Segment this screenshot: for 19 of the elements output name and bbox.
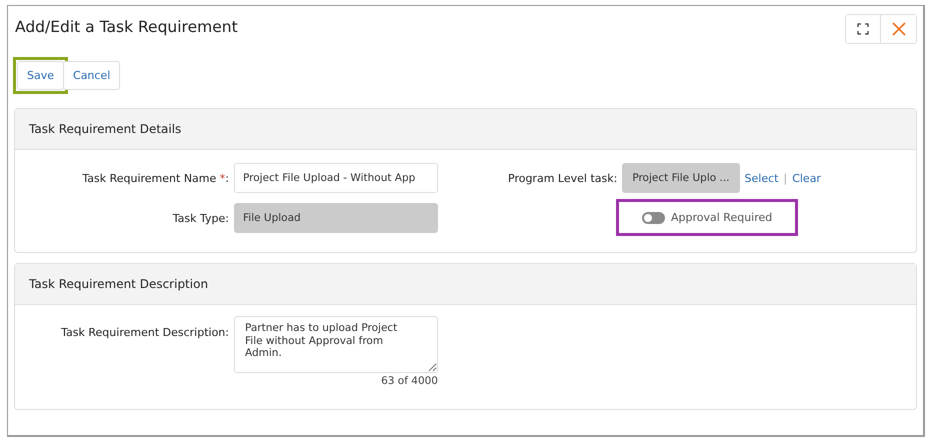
window-title: Add/Edit a Task Requirement [15,18,238,36]
description-field[interactable]: Partner has to upload Project File without Approval from Admin. [234,316,438,373]
section-title: Task Requirement Description [29,277,208,291]
field-label: Task Type: [172,212,229,224]
approval-toggle[interactable] [642,212,665,224]
toggle-label: Approval Required [671,211,772,224]
program-task-field[interactable]: Project File Uplo ... [622,163,740,193]
section-title: Task Requirement Details [29,122,182,136]
clear-link[interactable]: Clear [792,172,821,184]
select-link[interactable]: Select [744,172,778,184]
maximize-icon [857,23,869,35]
link-separator: | [783,172,788,184]
field-label: Task Requirement Description: [60,325,229,339]
cancel-button[interactable]: Cancel [63,61,120,90]
field-label: Program Level task: [508,172,618,184]
close-icon [892,22,906,36]
name-field[interactable]: Project File Upload - Without App [234,163,438,193]
character-counter: 63 of 4000 [381,375,438,387]
field-label: Task Requirement Name *: [81,172,229,184]
